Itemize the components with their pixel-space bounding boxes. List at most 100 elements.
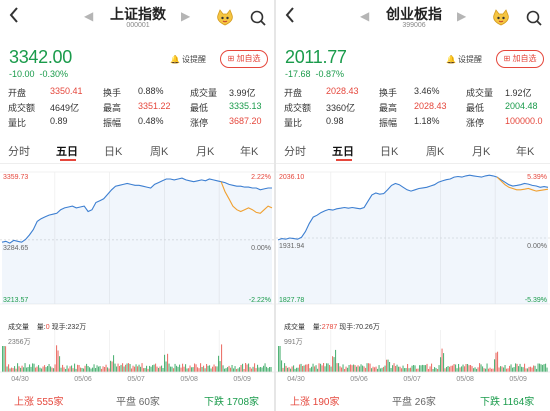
volume-bar: [78, 365, 80, 372]
search-icon[interactable]: [525, 9, 543, 27]
volume-bar: [65, 369, 67, 372]
tab-2[interactable]: 日K: [104, 143, 122, 159]
tab-4[interactable]: 月K: [196, 143, 214, 159]
prev-index-arrow-icon[interactable]: ◀: [360, 9, 369, 23]
volume-bar: [108, 368, 110, 372]
volume-bar: [330, 366, 332, 372]
next-index-arrow-icon[interactable]: ▶: [181, 9, 190, 23]
mascot-icon[interactable]: [491, 9, 511, 27]
volume-bar: [227, 367, 229, 372]
quote-label: 开盘: [8, 88, 27, 98]
volume-bar: [120, 364, 122, 372]
volume-bar: [35, 367, 37, 372]
last-price: 2011.77: [285, 47, 347, 67]
prev-index-arrow-icon[interactable]: ◀: [84, 9, 93, 23]
volume-bar: [413, 365, 415, 372]
volume-bar: [96, 365, 98, 372]
set-alert-button[interactable]: 🔔 设提醒: [166, 52, 210, 67]
set-alert-button[interactable]: 🔔 设提醒: [442, 52, 486, 67]
up-label: 上涨: [290, 397, 310, 408]
tab-3[interactable]: 周K: [150, 143, 168, 159]
volume-bar: [164, 354, 166, 372]
volume-bar: [263, 365, 265, 372]
volume-bar: [320, 363, 322, 372]
tab-0[interactable]: 分时: [284, 143, 306, 159]
add-watchlist-button[interactable]: ⊞ 加自选: [220, 50, 268, 68]
search-icon[interactable]: [249, 9, 267, 27]
volume-bar: [441, 348, 443, 372]
volume-bar: [167, 353, 169, 372]
tab-4[interactable]: 月K: [472, 143, 490, 159]
pct-axis-label-top: 2.22%: [251, 174, 271, 181]
index-code: 000001: [126, 22, 150, 29]
volume-bar: [422, 364, 424, 372]
volume-bar: [323, 363, 325, 372]
volume-bar: [195, 364, 197, 372]
up-value: 190家: [312, 397, 340, 408]
hand-prefix: 现手:: [49, 324, 68, 331]
quote-label: 成交量: [190, 88, 218, 98]
volume-bar: [470, 365, 472, 372]
add-watchlist-button[interactable]: ⊞ 加自选: [496, 50, 544, 68]
tab-2[interactable]: 日K: [380, 143, 398, 159]
volume-bar: [357, 365, 359, 372]
tab-1[interactable]: 五日: [56, 143, 78, 159]
volume-bar: [236, 369, 238, 372]
volume-bar: [510, 364, 512, 372]
volume-bar: [524, 363, 526, 372]
volume-bar: [348, 365, 350, 372]
tab-0[interactable]: 分时: [8, 143, 30, 159]
volume-bar: [300, 363, 302, 372]
volume-bar: [512, 367, 514, 372]
quote-value: 0.48%: [138, 116, 164, 126]
volume-bar: [156, 366, 158, 372]
volume-bar: [107, 367, 109, 372]
tab-1[interactable]: 五日: [332, 143, 354, 159]
volume-bar: [458, 364, 460, 372]
next-index-arrow-icon[interactable]: ▶: [457, 9, 466, 23]
volume-bar: [314, 366, 316, 372]
volume-bar: [435, 368, 437, 372]
volume-bar: [333, 357, 335, 372]
tab-5[interactable]: 年K: [516, 143, 534, 159]
volume-bar: [180, 367, 182, 372]
volume-bar: [281, 360, 283, 372]
volume-bar: [480, 364, 482, 372]
volume-bar: [509, 365, 511, 372]
volume-bar: [147, 368, 149, 372]
volume-bar: [231, 365, 233, 372]
up-count: 上涨 555家: [14, 393, 63, 408]
volume-bar: [243, 369, 245, 372]
volume-bar: [494, 359, 496, 372]
volume-bar: [104, 367, 106, 372]
volume-bar: [168, 363, 170, 372]
back-icon[interactable]: [284, 6, 300, 24]
volume-bar: [519, 363, 521, 372]
five-day-chart[interactable]: 3359.73 2.22% 3284.65 0.00% 3213.57 -2.22% 04/…: [0, 164, 274, 384]
volume-bar: [230, 367, 232, 372]
volume-bar: [92, 367, 94, 372]
back-icon[interactable]: [8, 6, 24, 24]
volume-bar: [254, 363, 256, 372]
volume-bar: [417, 368, 419, 372]
volume-header: 成交量 量:2787 现手:70.26万: [284, 322, 380, 332]
volume-bar: [99, 366, 101, 372]
volume-bar: [80, 367, 82, 372]
date-label: 05/06: [74, 376, 92, 383]
tab-5[interactable]: 年K: [240, 143, 258, 159]
volume-bar: [474, 367, 476, 372]
volume-bar: [467, 364, 469, 372]
y-axis-label-top: 2036.10: [279, 174, 304, 181]
tab-3[interactable]: 周K: [426, 143, 444, 159]
volume-bar: [315, 365, 317, 372]
volume-bar: [366, 363, 368, 372]
volume-bar: [119, 366, 121, 372]
volume-bar: [183, 366, 185, 372]
five-day-chart[interactable]: 2036.10 5.39% 1931.94 0.00% 1827.78 -5.39% 04/…: [276, 164, 550, 384]
mascot-icon[interactable]: [215, 9, 235, 27]
volume-bar: [219, 361, 221, 372]
volume-bar: [123, 366, 125, 372]
volume-bar: [459, 367, 461, 372]
volume-bar: [495, 352, 497, 372]
volume-bar: [116, 366, 118, 372]
